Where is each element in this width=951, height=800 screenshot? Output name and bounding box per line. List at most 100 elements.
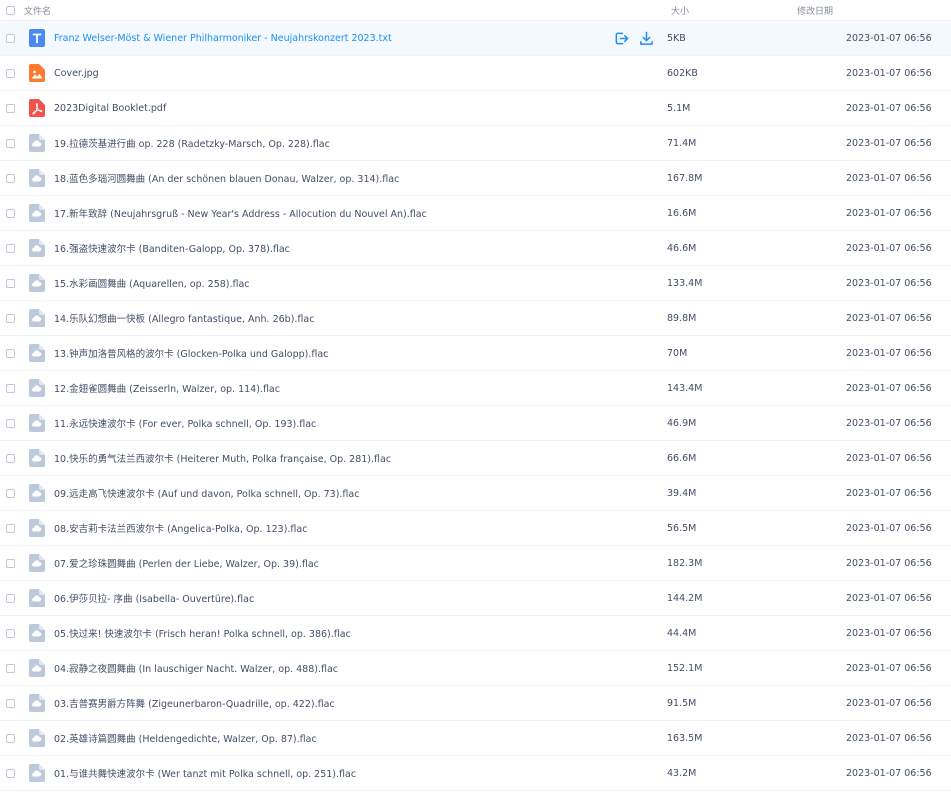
file-modified-date: 2023-01-07 06:56	[846, 32, 932, 44]
audio-file-icon	[20, 589, 54, 607]
row-checkbox[interactable]	[5, 383, 15, 393]
file-modified-date: 2023-01-07 06:56	[846, 277, 932, 289]
file-row[interactable]: 18.蓝色多瑙河圆舞曲 (An der schönen blauen Donau…	[0, 161, 951, 196]
file-row[interactable]: 09.远走高飞快速波尔卡 (Auf und davon, Polka schne…	[0, 476, 951, 511]
pdf-file-icon	[20, 99, 54, 117]
column-header-size[interactable]: 大小	[618, 4, 797, 17]
row-checkbox[interactable]	[5, 558, 15, 568]
file-row[interactable]: 15.水彩画圆舞曲 (Aquarellen, op. 258).flac 133.…	[0, 266, 951, 301]
file-size: 66.6M	[667, 452, 697, 464]
file-modified-date: 2023-01-07 06:56	[846, 452, 932, 464]
file-row[interactable]: 11.永远快速波尔卡 (For ever, Polka schnell, Op.…	[0, 406, 951, 441]
file-size: 5.1M	[667, 102, 691, 114]
file-name[interactable]: Franz Welser-Möst & Wiener Philharmonike…	[54, 33, 614, 44]
file-row[interactable]: 02.英雄诗篇圆舞曲 (Heldengedichte, Walzer, Op. …	[0, 721, 951, 756]
row-checkbox[interactable]	[5, 593, 15, 603]
file-name[interactable]: 01.与谁共舞快速波尔卡 (Wer tanzt mit Polka schnel…	[54, 766, 614, 780]
row-checkbox[interactable]	[5, 453, 15, 463]
file-name[interactable]: 19.拉德茨基进行曲 op. 228 (Radetzky-Marsch, Op.…	[54, 136, 614, 150]
row-checkbox[interactable]	[5, 68, 15, 78]
column-header-date[interactable]: 修改日期	[797, 4, 951, 17]
file-row[interactable]: 03.吉普赛男爵方阵舞 (Zigeunerbaron-Quadrille, op…	[0, 686, 951, 721]
row-checkbox[interactable]	[5, 768, 15, 778]
row-checkbox[interactable]	[5, 733, 15, 743]
file-name[interactable]: 14.乐队幻想曲一快板 (Allegro fantastique, Anh. 2…	[54, 311, 614, 325]
file-name[interactable]: 03.吉普赛男爵方阵舞 (Zigeunerbaron-Quadrille, op…	[54, 696, 614, 710]
file-name[interactable]: 04.寂静之夜圆舞曲 (In lauschiger Nacht. Walzer,…	[54, 661, 614, 675]
row-checkbox[interactable]	[5, 173, 15, 183]
file-row[interactable]: 07.爱之珍珠圆舞曲 (Perlen der Liebe, Walzer, Op…	[0, 546, 951, 581]
file-modified-date: 2023-01-07 06:56	[846, 522, 932, 534]
file-size: 89.8M	[667, 312, 697, 324]
file-modified-date: 2023-01-07 06:56	[846, 627, 932, 639]
file-name[interactable]: 13.钟声加洛普风格的波尔卡 (Glocken-Polka und Galopp…	[54, 346, 614, 360]
file-row[interactable]: 16.强盗快速波尔卡 (Banditen-Galopp, Op. 378).fl…	[0, 231, 951, 266]
file-row[interactable]: 01.与谁共舞快速波尔卡 (Wer tanzt mit Polka schnel…	[0, 756, 951, 791]
audio-file-icon	[20, 239, 54, 257]
select-all-checkbox[interactable]	[5, 5, 15, 15]
file-size: 152.1M	[667, 662, 703, 674]
file-modified-date: 2023-01-07 06:56	[846, 312, 932, 324]
file-name[interactable]: 18.蓝色多瑙河圆舞曲 (An der schönen blauen Donau…	[54, 171, 614, 185]
file-name[interactable]: 09.远走高飞快速波尔卡 (Auf und davon, Polka schne…	[54, 486, 614, 500]
row-checkbox[interactable]	[5, 278, 15, 288]
row-checkbox[interactable]	[5, 698, 15, 708]
file-row[interactable]: 04.寂静之夜圆舞曲 (In lauschiger Nacht. Walzer,…	[0, 651, 951, 686]
file-name[interactable]: 07.爱之珍珠圆舞曲 (Perlen der Liebe, Walzer, Op…	[54, 556, 614, 570]
row-checkbox[interactable]	[5, 103, 15, 113]
file-modified-date: 2023-01-07 06:56	[846, 697, 932, 709]
row-checkbox[interactable]	[5, 628, 15, 638]
file-size: 43.2M	[667, 767, 697, 779]
file-size: 71.4M	[667, 137, 697, 149]
file-name[interactable]: 2023Digital Booklet.pdf	[54, 103, 614, 114]
file-row[interactable]: 13.钟声加洛普风格的波尔卡 (Glocken-Polka und Galopp…	[0, 336, 951, 371]
file-row[interactable]: 08.安吉莉卡法兰西波尔卡 (Angelica-Polka, Op. 123).…	[0, 511, 951, 546]
file-row[interactable]: 10.快乐的勇气法兰西波尔卡 (Heiterer Muth, Polka fra…	[0, 441, 951, 476]
file-size: 143.4M	[667, 382, 703, 394]
row-checkbox[interactable]	[5, 313, 15, 323]
file-modified-date: 2023-01-07 06:56	[846, 417, 932, 429]
file-name[interactable]: 08.安吉莉卡法兰西波尔卡 (Angelica-Polka, Op. 123).…	[54, 521, 614, 535]
file-row[interactable]: 05.快过来! 快速波尔卡 (Frisch heran! Polka schne…	[0, 616, 951, 651]
row-checkbox[interactable]	[5, 243, 15, 253]
file-row[interactable]: 19.拉德茨基进行曲 op. 228 (Radetzky-Marsch, Op.…	[0, 126, 951, 161]
row-checkbox[interactable]	[5, 488, 15, 498]
file-name[interactable]: 16.强盗快速波尔卡 (Banditen-Galopp, Op. 378).fl…	[54, 241, 614, 255]
file-row[interactable]: 2023Digital Booklet.pdf 5.1M 2023-01-07 06…	[0, 91, 951, 126]
row-checkbox[interactable]	[5, 418, 15, 428]
file-name[interactable]: Cover.jpg	[54, 68, 614, 79]
file-name[interactable]: 15.水彩画圆舞曲 (Aquarellen, op. 258).flac	[54, 276, 614, 290]
file-name[interactable]: 11.永远快速波尔卡 (For ever, Polka schnell, Op.…	[54, 416, 614, 430]
column-header-name[interactable]: 文件名	[20, 4, 618, 17]
row-checkbox[interactable]	[5, 33, 15, 43]
row-checkbox[interactable]	[5, 348, 15, 358]
text-file-icon	[20, 29, 54, 47]
file-modified-date: 2023-01-07 06:56	[846, 557, 932, 569]
file-name[interactable]: 12.金翅雀圆舞曲 (Zeisserln, Walzer, op. 114).f…	[54, 381, 614, 395]
audio-file-icon	[20, 204, 54, 222]
download-icon[interactable]	[639, 31, 654, 46]
file-size: 602KB	[667, 67, 698, 79]
file-modified-date: 2023-01-07 06:56	[846, 592, 932, 604]
row-checkbox[interactable]	[5, 663, 15, 673]
file-name[interactable]: 17.新年致辞 (Neujahrsgruß - New Year's Addre…	[54, 206, 614, 220]
file-row[interactable]: 06.伊莎贝拉- 序曲 (Isabella- Ouvertüre).flac 14…	[0, 581, 951, 616]
file-name[interactable]: 10.快乐的勇气法兰西波尔卡 (Heiterer Muth, Polka fra…	[54, 451, 614, 465]
file-modified-date: 2023-01-07 06:56	[846, 207, 932, 219]
row-checkbox[interactable]	[5, 208, 15, 218]
row-checkbox[interactable]	[5, 523, 15, 533]
file-size: 44.4M	[667, 627, 697, 639]
file-row[interactable]: Franz Welser-Möst & Wiener Philharmonike…	[0, 21, 951, 56]
file-row[interactable]: 14.乐队幻想曲一快板 (Allegro fantastique, Anh. 2…	[0, 301, 951, 336]
share-icon[interactable]	[614, 31, 629, 46]
file-row[interactable]: 17.新年致辞 (Neujahrsgruß - New Year's Addre…	[0, 196, 951, 231]
file-size: 70M	[667, 347, 688, 359]
file-list-header: 文件名 大小 修改日期	[0, 0, 951, 21]
audio-file-icon	[20, 764, 54, 782]
file-name[interactable]: 06.伊莎贝拉- 序曲 (Isabella- Ouvertüre).flac	[54, 591, 614, 605]
row-checkbox[interactable]	[5, 138, 15, 148]
file-name[interactable]: 05.快过来! 快速波尔卡 (Frisch heran! Polka schne…	[54, 626, 614, 640]
file-row[interactable]: Cover.jpg 602KB 2023-01-07 06:56	[0, 56, 951, 91]
file-name[interactable]: 02.英雄诗篇圆舞曲 (Heldengedichte, Walzer, Op. …	[54, 731, 614, 745]
file-row[interactable]: 12.金翅雀圆舞曲 (Zeisserln, Walzer, op. 114).f…	[0, 371, 951, 406]
